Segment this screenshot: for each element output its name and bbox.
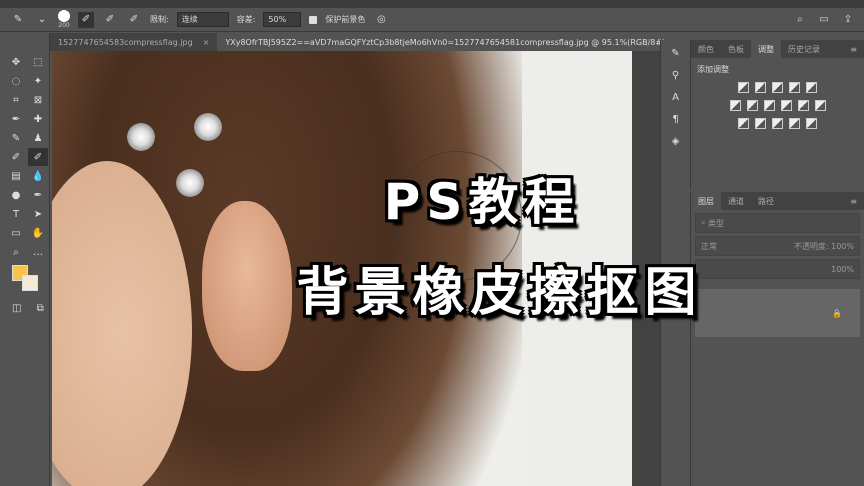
color-lookup-icon[interactable] (814, 100, 826, 111)
brush-presets-icon[interactable]: ⚲ (672, 70, 679, 86)
posterize-icon[interactable] (755, 118, 766, 129)
workspace-icon[interactable]: ▭ (816, 12, 832, 28)
tab-adjustments[interactable]: 调整 (751, 40, 781, 58)
lasso-tool-icon[interactable]: ◌ (6, 72, 26, 90)
layers-panel: 图层 通道 路径 ≡ ⌕ 类型 正常 不透明度: 100% 100% 🔒 (690, 192, 864, 486)
threshold-icon[interactable] (772, 118, 783, 129)
channel-mixer-icon[interactable] (797, 100, 809, 111)
selective-color-icon[interactable] (789, 118, 800, 129)
limit-select[interactable]: 连续 (176, 12, 229, 27)
magic-wand-icon[interactable]: ✦ (28, 72, 48, 90)
crop-tool-icon[interactable]: ⌗ (6, 91, 26, 109)
tab-color[interactable]: 颜色 (691, 40, 721, 58)
tolerance-input[interactable]: 50% (263, 12, 302, 27)
brush-preset[interactable]: 200 (58, 10, 70, 29)
overlay-title: PS教程 (383, 173, 581, 231)
chevron-down-icon[interactable]: ⌄ (34, 12, 50, 28)
document-tabs: 1527747654583compressflag.jpg × YXy8OfrTB… (50, 33, 690, 51)
color-balance-icon[interactable] (746, 100, 758, 111)
background-eraser-tool-icon[interactable]: ✎ (10, 12, 26, 28)
pressure-icon[interactable]: ◎ (373, 12, 389, 28)
tab-swatches[interactable]: 色板 (721, 40, 751, 58)
share-icon[interactable]: ⇪ (840, 12, 856, 28)
photo-filter-icon[interactable] (780, 100, 792, 111)
hair-clip (127, 123, 155, 151)
stamp-tool-icon[interactable]: ♟ (28, 129, 48, 147)
title-bar (0, 0, 864, 8)
healing-icon[interactable]: ✚ (28, 110, 48, 128)
exposure-icon[interactable] (789, 82, 800, 93)
eyedropper-icon[interactable]: ✒ (6, 110, 26, 128)
overlay-subtitle: 背景橡皮擦抠图 (296, 263, 703, 323)
hair-clip (194, 113, 222, 141)
tab-document-2[interactable]: YXy8OfrTBJ595Z2==aVD7maGQFYztCp3b8tjeMo6… (217, 33, 690, 51)
brightness-icon[interactable] (738, 82, 749, 93)
black-white-icon[interactable] (763, 100, 775, 111)
move-tool-icon[interactable]: ✥ (6, 53, 26, 71)
panel-heading: 添加调整 (697, 65, 729, 74)
character-icon[interactable]: A (672, 92, 679, 108)
marquee-tool-icon[interactable]: ⬚ (28, 53, 48, 71)
sampling-swatch-icon[interactable]: ✐ (126, 12, 142, 28)
sampling-once-icon[interactable]: ✐ (102, 12, 118, 28)
panel-menu-icon[interactable]: ≡ (843, 40, 864, 58)
paragraph-icon[interactable]: ¶ (672, 114, 678, 130)
sampling-continuous-icon[interactable]: ✐ (78, 11, 94, 28)
hue-saturation-icon[interactable] (729, 100, 741, 111)
frame-tool-icon[interactable]: ⊠ (28, 91, 48, 109)
curves-icon[interactable] (772, 82, 783, 93)
3d-icon[interactable]: ◈ (672, 136, 680, 152)
tab-document-1[interactable]: 1527747654583compressflag.jpg × (50, 33, 217, 51)
tab-history[interactable]: 历史记录 (781, 40, 827, 58)
close-icon[interactable]: × (203, 38, 210, 47)
search-icon[interactable]: ⌕ (792, 12, 808, 28)
vibrance-icon[interactable] (806, 82, 817, 93)
gradient-map-icon[interactable] (806, 118, 817, 129)
options-bar: ✎ ⌄ 200 ✐ ✐ ✐ 限制: 连续 容差: 50% 保护前景色 ◎ ⌕ ▭… (0, 8, 864, 32)
invert-icon[interactable] (738, 118, 749, 129)
protect-checkbox[interactable] (309, 15, 318, 24)
brush-settings-icon[interactable]: ✎ (671, 48, 679, 64)
levels-icon[interactable] (755, 82, 766, 93)
brush-tool-icon[interactable]: ✎ (6, 129, 26, 147)
